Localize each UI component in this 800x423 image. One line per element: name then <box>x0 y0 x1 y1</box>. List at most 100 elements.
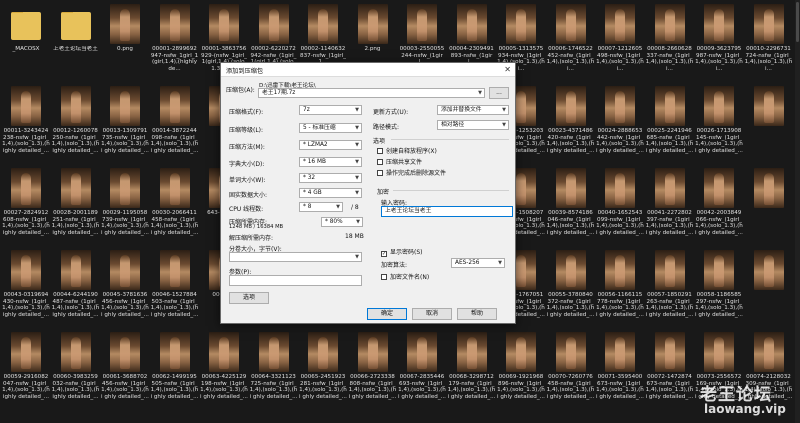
file-item[interactable]: 00045-3781636456-nsfw_(1girl_1,4),(solo_… <box>101 248 149 326</box>
file-item[interactable]: 00014-3872244098-nsfw_(1girl_1,4),(solo_… <box>151 84 199 162</box>
file-item[interactable]: 00059-2916082047-nsfw_(1girl_1,4),(solo_… <box>2 330 50 408</box>
scrollbar[interactable] <box>795 0 800 423</box>
image-thumbnail <box>753 332 784 372</box>
file-item[interactable]: 00057-1850291263-nsfw_(1girl_1,4),(solo_… <box>646 248 694 326</box>
delete-source-checkbox[interactable]: 操作完成后删除源文件 <box>377 168 446 177</box>
checkbox-box <box>377 159 383 165</box>
file-item[interactable]: 00061-3688702456-nsfw_(1girl_1,4),(solo_… <box>101 330 149 408</box>
image-thumbnail <box>555 86 586 126</box>
threads-select[interactable]: * 8 ▼ <box>299 202 343 212</box>
scrollbar-thumb[interactable] <box>796 2 799 42</box>
encrypt-method-select[interactable]: AES-256 ▼ <box>451 258 505 268</box>
update-select[interactable]: 添加并替换文件 ▼ <box>437 105 509 115</box>
file-name: 00011-3243424238-nsfw_(1girl_1,4),(solo_… <box>2 128 50 154</box>
file-item[interactable]: 00008-2660628337-nsfw_(1girl_1,4),(solo_… <box>646 2 694 80</box>
file-name: 00069-1921968896-nsfw_(1girl_1,4),(solo_… <box>497 374 545 400</box>
help-button[interactable]: 帮助 <box>457 308 497 320</box>
file-item[interactable]: 00070-7260776458-nsfw_(1girl_1,4),(solo_… <box>547 330 595 408</box>
image-thumbnail <box>605 250 635 290</box>
image-thumbnail <box>11 168 41 208</box>
image-thumbnail <box>357 332 388 372</box>
file-item[interactable]: 00009-3623795987-nsfw_(1girl_1,4),(solo_… <box>695 2 743 80</box>
file-item[interactable]: 00064-3321123725-nsfw_(1girl_1,4),(solo_… <box>250 330 298 408</box>
file-item[interactable]: 00007-1212605498-nsfw_(1girl_1,4),(solo_… <box>596 2 644 80</box>
file-item[interactable]: 00067-2835446693-nsfw_(1girl_1,4),(solo_… <box>398 330 446 408</box>
file-item[interactable]: 00013-1309791735-nsfw_(1girl_1,4),(solo_… <box>101 84 149 162</box>
solid-select[interactable]: * 4 GB ▼ <box>299 188 362 198</box>
encrypt-names-checkbox[interactable]: 加密文件名(N) <box>381 272 429 281</box>
chevron-down-icon: ▼ <box>478 90 482 96</box>
sfx-checkbox[interactable]: 创建自释放程序(X) <box>377 146 437 155</box>
file-item[interactable]: 00040-1652543099-nsfw_(1girl_1,4),(solo_… <box>596 166 644 244</box>
file-item[interactable]: 00030-2066411458-nsfw_(1girl_1,4),(solo_… <box>151 166 199 244</box>
folder-item[interactable]: _MACOSX <box>2 2 50 80</box>
file-name: 00071-3595400673-nsfw_(1girl_1,4),(solo_… <box>596 374 644 400</box>
file-item[interactable]: 0.png <box>101 2 149 80</box>
file-item[interactable]: 00025-2241946685-nsfw_(1girl_1,4),(solo_… <box>646 84 694 162</box>
image-thumbnail <box>159 250 190 290</box>
shared-checkbox-label: 压缩共享文件 <box>386 159 423 166</box>
file-item[interactable]: 00046-1527884503-nsfw_(1girl_1,4),(solo_… <box>151 248 199 326</box>
file-item[interactable]: 00001-2899692947-nsfw_1girl_1(girl,1.4),… <box>151 2 199 80</box>
word-label: 单词大小(W): <box>229 177 266 184</box>
shared-checkbox[interactable]: 压缩共享文件 <box>377 157 422 166</box>
file-item[interactable]: 00028-2001189251-nsfw_(1girl_1,4),(solo_… <box>52 166 100 244</box>
file-item[interactable]: 00026-1713908145-nsfw_(1girl_1,4),(solo_… <box>695 84 743 162</box>
dialog-titlebar[interactable]: 添加到压缩包 ✕ <box>221 63 515 77</box>
archive-name-combo[interactable]: 老王17期.7z ▼ <box>258 88 485 98</box>
file-item[interactable]: 00042-2003849066-nsfw_(1girl_1,4),(solo_… <box>695 166 743 244</box>
chevron-down-icon: ▼ <box>355 142 359 148</box>
image-thumbnail <box>407 4 437 44</box>
file-item[interactable] <box>745 84 793 162</box>
format-select[interactable]: 7z ▼ <box>299 105 362 115</box>
file-item[interactable]: 00029-1195058739-nsfw_(1girl_1,4),(solo_… <box>101 166 149 244</box>
file-item[interactable]: 00027-2824912608-nsfw_(1girl_1,4),(solo_… <box>2 166 50 244</box>
show-password-checkbox[interactable]: ✓ 显示密码(S) <box>381 247 423 257</box>
file-item[interactable]: 00069-1921968896-nsfw_(1girl_1,4),(solo_… <box>497 330 545 408</box>
password-input[interactable]: 上老王论坛当老王 <box>381 206 513 217</box>
ok-button[interactable]: 确定 <box>367 308 407 320</box>
level-select[interactable]: 5 - 标准压缩 ▼ <box>299 123 362 133</box>
file-item[interactable]: 00058-1186585297-nsfw_(1girl_1,4),(solo_… <box>695 248 743 326</box>
browse-button[interactable]: ... <box>489 87 509 99</box>
params-input[interactable] <box>229 275 362 286</box>
file-item[interactable]: 00024-2888653442-nsfw_(1girl_1,4),(solo_… <box>596 84 644 162</box>
file-item[interactable]: 00066-2723338808-nsfw_(1girl_1,4),(solo_… <box>349 330 397 408</box>
pathmode-select[interactable]: 相对路径 ▼ <box>437 120 509 130</box>
file-item[interactable]: 00062-1499195505-nsfw_(1girl_1,4),(solo_… <box>151 330 199 408</box>
file-item[interactable] <box>745 248 793 326</box>
file-item[interactable]: 00068-3298712179-nsfw_(1girl_1,4),(solo_… <box>448 330 496 408</box>
file-item[interactable]: 00041-2272802397-nsfw_(1girl_1,4),(solo_… <box>646 166 694 244</box>
mem-percent-select[interactable]: * 80% ▼ <box>321 217 363 227</box>
image-thumbnail <box>110 168 140 208</box>
file-item[interactable]: 00012-1260078250-nsfw_(1girl_1,4),(solo_… <box>52 84 100 162</box>
file-item[interactable] <box>745 166 793 244</box>
file-item[interactable]: 00055-3780840372-nsfw_(1girl_1,4),(solo_… <box>547 248 595 326</box>
word-select[interactable]: * 32 ▼ <box>299 173 362 183</box>
file-item[interactable]: 00011-3243424238-nsfw_(1girl_1,4),(solo_… <box>2 84 50 162</box>
dict-select[interactable]: * 16 MB ▼ <box>299 157 362 167</box>
file-item[interactable]: 00006-1746522452-nsfw_(1girl_1,4),(solo_… <box>547 2 595 80</box>
file-item[interactable]: 00023-4371486420-nsfw_(1girl_1,4),(solo_… <box>547 84 595 162</box>
options-group-divider <box>391 139 509 140</box>
file-item[interactable]: 00063-4225129198-nsfw_(1girl_1,4),(solo_… <box>200 330 248 408</box>
split-select[interactable]: ▼ <box>229 252 362 262</box>
file-item[interactable]: 00010-2296731724-nsfw_(1girl_1,4),(solo_… <box>745 2 793 80</box>
file-item[interactable]: 00039-8574186046-nsfw_(1girl_1,4),(solo_… <box>547 166 595 244</box>
file-item[interactable]: 00071-3595400673-nsfw_(1girl_1,4),(solo_… <box>596 330 644 408</box>
method-select[interactable]: * LZMA2 ▼ <box>299 140 362 150</box>
chevron-down-icon: ▼ <box>502 107 506 113</box>
file-item[interactable]: 00056-1166115778-nsfw_(1girl_1,4),(solo_… <box>596 248 644 326</box>
chevron-down-icon: ▼ <box>355 159 359 165</box>
file-item[interactable]: 00044-6244190487-nsfw_(1girl_1,4),(solo_… <box>52 248 100 326</box>
file-item[interactable]: 00060-3983259032-nsfw_(1girl_1,4),(solo_… <box>52 330 100 408</box>
folder-item[interactable]: 上老王论坛当老王 <box>52 2 100 80</box>
options-button[interactable]: 选项 <box>229 292 269 304</box>
close-icon[interactable]: ✕ <box>504 65 511 74</box>
image-thumbnail <box>605 86 635 126</box>
cancel-button[interactable]: 取消 <box>412 308 452 320</box>
file-name: 00062-1499195505-nsfw_(1girl_1,4),(solo_… <box>150 374 199 400</box>
file-name: 00001-2899692947-nsfw_1girl_1(girl,1.4),… <box>150 46 199 72</box>
file-item[interactable]: 00043-0319694430-nsfw_(1girl_1,4),(solo_… <box>2 248 50 326</box>
file-item[interactable]: 00065-2451923281-nsfw_(1girl_1,4),(solo_… <box>299 330 347 408</box>
